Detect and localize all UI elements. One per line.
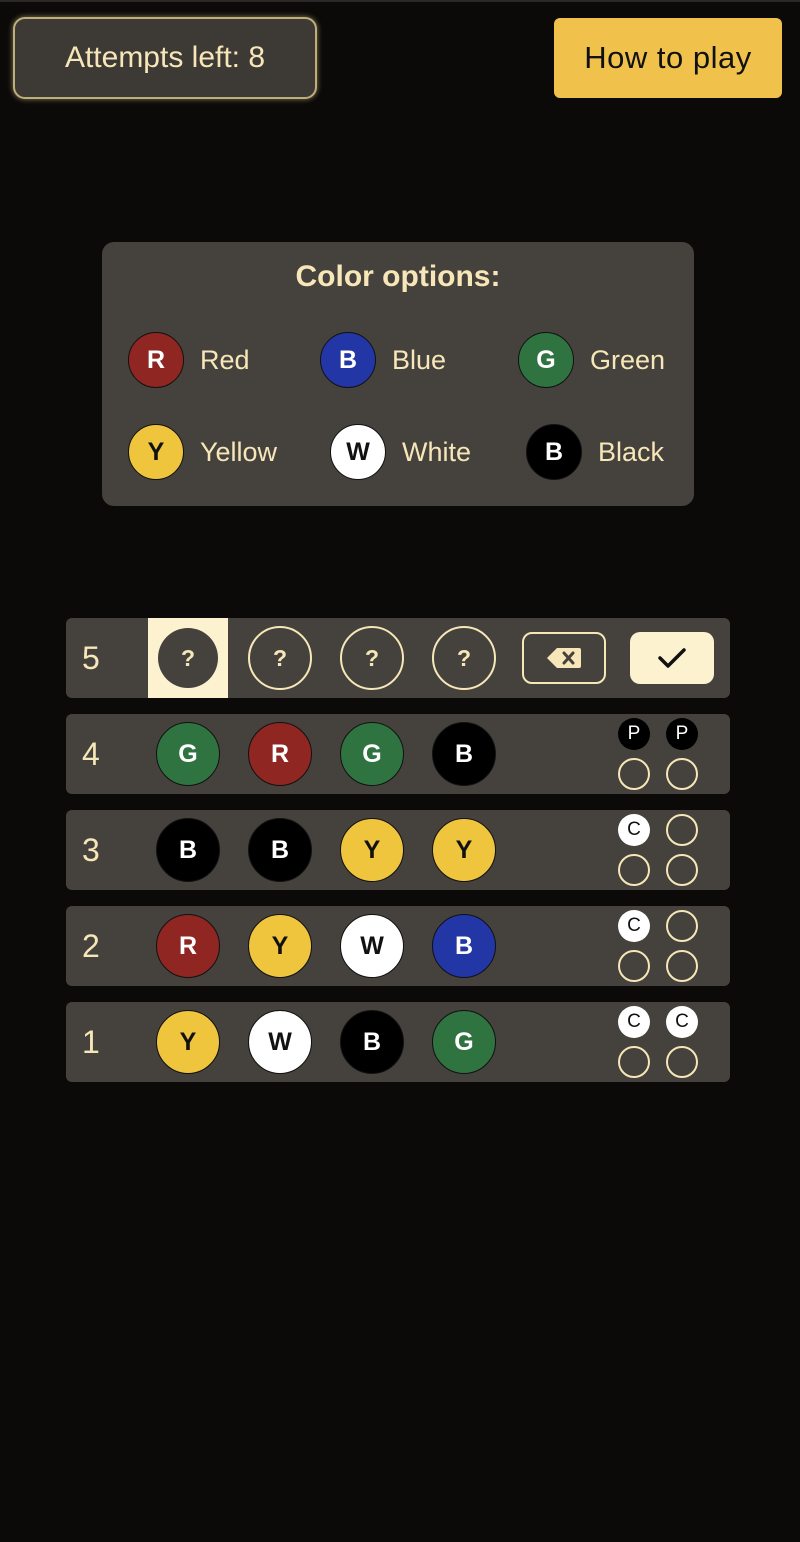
feedback-color-peg: C xyxy=(618,814,650,846)
color-options-title: Color options: xyxy=(295,260,501,293)
feedback-position-peg: P xyxy=(666,718,698,750)
green-peg: G xyxy=(432,1010,496,1074)
yellow-peg: Y xyxy=(248,914,312,978)
color-option-red: R Red xyxy=(128,332,250,388)
green-peg-icon: G xyxy=(518,332,574,388)
color-option-label: White xyxy=(402,436,472,467)
black-peg: B xyxy=(340,1010,404,1074)
guess-row-3: 3 B B Y Y C xyxy=(66,810,730,890)
guess-row-1: 1 Y W B G C C xyxy=(66,1002,730,1082)
delete-button[interactable] xyxy=(522,632,606,684)
backspace-icon xyxy=(547,648,581,668)
feedback-empty-peg xyxy=(666,1046,698,1078)
color-option-black: B Black xyxy=(526,424,664,480)
feedback-color-peg: C xyxy=(618,910,650,942)
guess-slot-2[interactable]: ? xyxy=(248,626,312,690)
check-icon xyxy=(658,648,686,668)
color-option-label: Green xyxy=(590,344,666,375)
row-number: 4 xyxy=(82,736,100,772)
blue-peg-icon: B xyxy=(320,332,376,388)
color-option-label: Blue xyxy=(392,344,447,375)
color-option-white: W White xyxy=(330,424,471,480)
attempts-left-label: Attempts left: 8 xyxy=(64,41,266,74)
attempts-left-badge: Attempts left: 8 xyxy=(13,17,317,99)
guess-slot-4[interactable]: ? xyxy=(432,626,496,690)
top-divider xyxy=(0,0,800,2)
yellow-peg: Y xyxy=(340,818,404,882)
empty-peg: ? xyxy=(340,626,404,690)
feedback-color-peg: C xyxy=(666,1006,698,1038)
green-peg: G xyxy=(156,722,220,786)
red-peg: R xyxy=(156,914,220,978)
guess-row-4: 4 G R G B P P xyxy=(66,714,730,794)
color-option-label: Red xyxy=(200,344,250,375)
current-guess-row: 5 ? ? ? ? xyxy=(66,618,730,698)
feedback-empty-peg xyxy=(666,950,698,982)
white-peg: W xyxy=(340,914,404,978)
empty-peg: ? xyxy=(432,626,496,690)
guess-slot-1-selected[interactable]: ? xyxy=(148,618,228,698)
green-peg: G xyxy=(340,722,404,786)
black-peg: B xyxy=(156,818,220,882)
empty-peg: ? xyxy=(248,626,312,690)
black-peg-icon: B xyxy=(526,424,582,480)
yellow-peg: Y xyxy=(156,1010,220,1074)
feedback-empty-peg xyxy=(666,814,698,846)
white-peg: W xyxy=(248,1010,312,1074)
feedback-color-peg: C xyxy=(618,1006,650,1038)
feedback-empty-peg xyxy=(618,854,650,886)
yellow-peg: Y xyxy=(432,818,496,882)
red-peg: R xyxy=(248,722,312,786)
submit-guess-button[interactable] xyxy=(630,632,714,684)
feedback-position-peg: P xyxy=(618,718,650,750)
blue-peg: B xyxy=(432,914,496,978)
black-peg: B xyxy=(432,722,496,786)
color-option-yellow: Y Yellow xyxy=(128,424,277,480)
row-number: 5 xyxy=(82,640,100,676)
guess-row-2: 2 R Y W B C xyxy=(66,906,730,986)
white-peg-icon: W xyxy=(330,424,386,480)
color-option-label: Black xyxy=(598,436,665,467)
empty-peg: ? xyxy=(158,628,218,688)
black-peg: B xyxy=(248,818,312,882)
feedback-empty-peg xyxy=(618,1046,650,1078)
yellow-peg-icon: Y xyxy=(128,424,184,480)
feedback-empty-peg xyxy=(618,950,650,982)
guess-slot-3[interactable]: ? xyxy=(340,626,404,690)
row-number: 2 xyxy=(82,928,100,964)
color-option-green: G Green xyxy=(518,332,665,388)
color-option-label: Yellow xyxy=(200,436,278,467)
how-to-play-button[interactable]: How to play xyxy=(554,18,782,98)
feedback-empty-peg xyxy=(666,758,698,790)
red-peg-icon: R xyxy=(128,332,184,388)
row-number: 3 xyxy=(82,832,100,868)
row-number: 1 xyxy=(82,1024,100,1060)
feedback-empty-peg xyxy=(666,910,698,942)
color-option-blue: B Blue xyxy=(320,332,446,388)
color-options-panel: Color options: R Red B Blue G Green Y Ye… xyxy=(102,242,694,506)
feedback-empty-peg xyxy=(618,758,650,790)
feedback-empty-peg xyxy=(666,854,698,886)
